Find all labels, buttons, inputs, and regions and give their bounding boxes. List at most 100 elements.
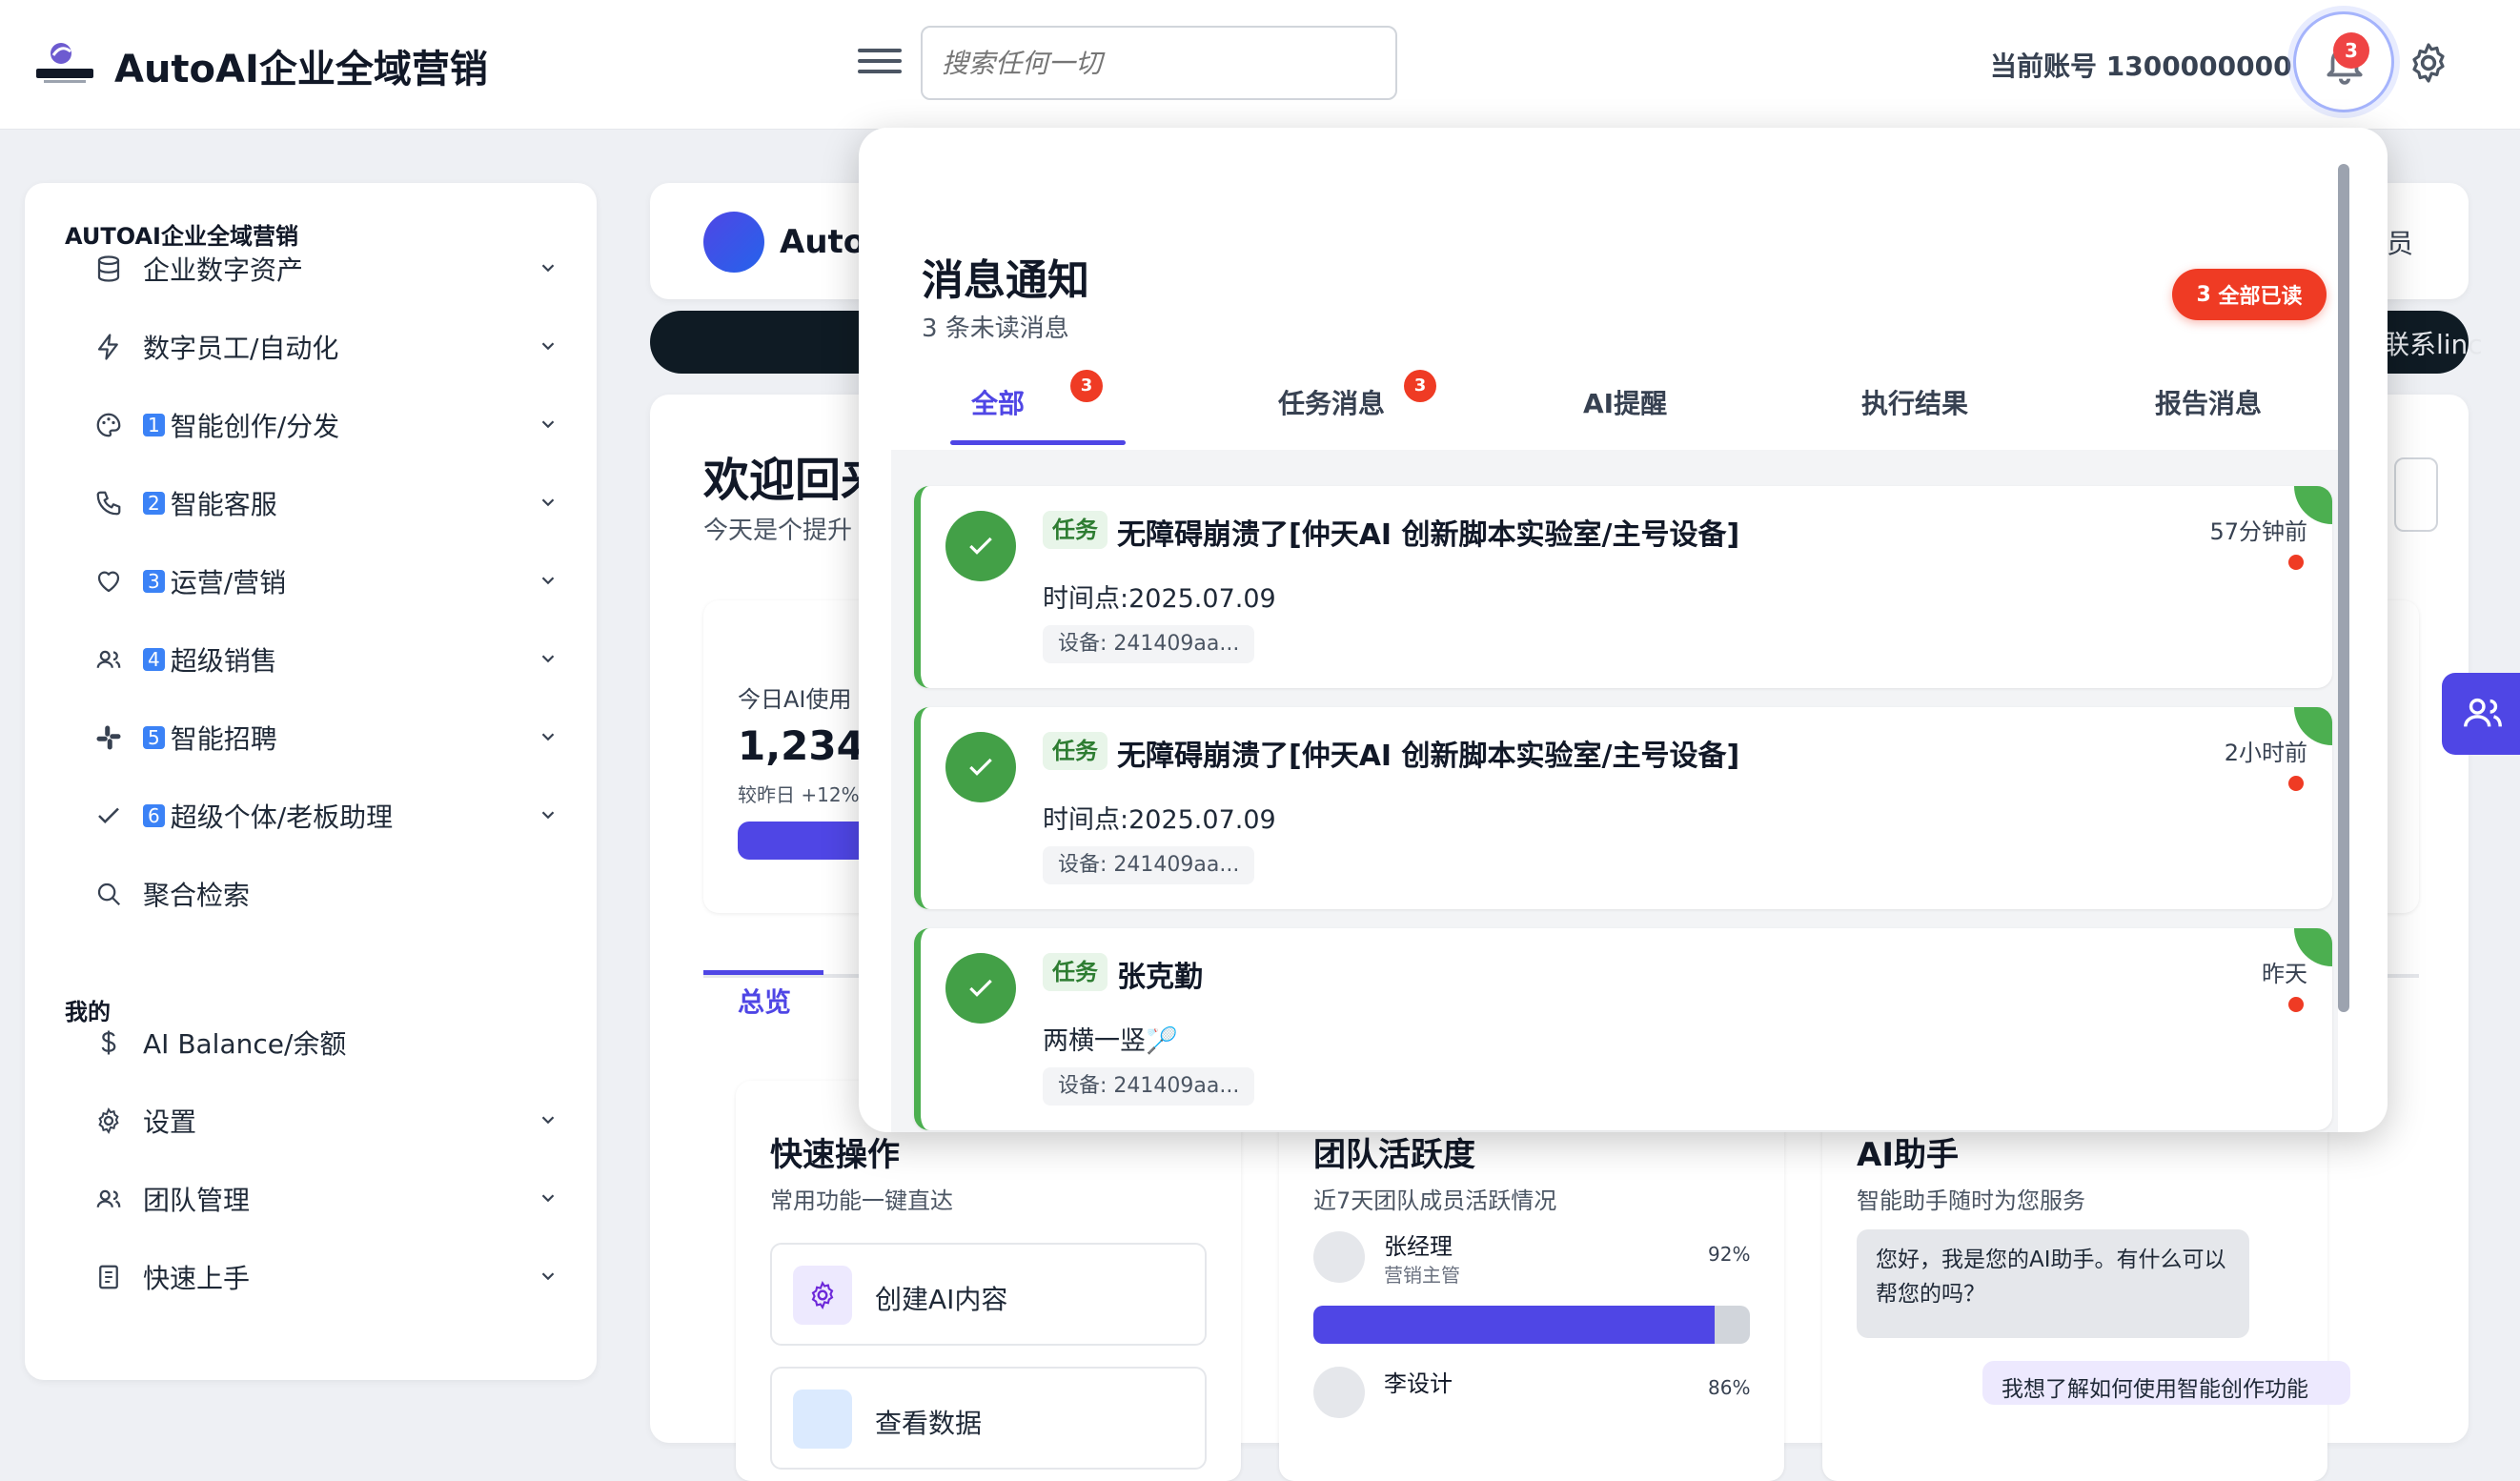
sidebar-item-boss-assistant[interactable]: 6 超级个体/老板助理 (91, 787, 559, 844)
palette-icon (91, 408, 126, 442)
number-badge: 5 (143, 726, 165, 749)
notification-item[interactable]: 任务 无障碍崩溃了[仲天AI 创新脚本实验室/主号设备] 57分钟前 时间点:2… (914, 486, 2332, 688)
sidebar-item-smart-creation[interactable]: 1 智能创作/分发 (91, 396, 559, 454)
sidebar-item-label: 聚合检索 (143, 880, 251, 911)
number-badge: 4 (143, 648, 165, 671)
sidebar-item-label: 快速上手 (143, 1263, 251, 1294)
sidebar-item-label: 智能招聘 (170, 723, 277, 755)
sidebar-item-digital-assets[interactable]: 企业数字资产 (91, 240, 559, 297)
sidebar-item-operations[interactable]: 3 运营/营销 (91, 553, 559, 610)
notification-title: 无障碍崩溃了[仲天AI 创新脚本实验室/主号设备] (1117, 740, 1740, 773)
notification-time: 2小时前 (2224, 740, 2307, 766)
quick-actions-subtitle: 常用功能一键直达 (770, 1187, 953, 1214)
member-role: 营销主管 (1384, 1264, 1460, 1287)
active-tab-indicator (703, 970, 823, 975)
notification-item[interactable]: 任务 张克勤 昨天 两横一竖🏸 设备: 241409aa... (914, 928, 2332, 1130)
chevron-down-icon (541, 577, 555, 585)
view-data-label: 查看数据 (875, 1408, 983, 1439)
announcement-partial-text: 联系linc (2383, 329, 2483, 360)
sidebar-item-label: 设置 (143, 1106, 197, 1138)
sidebar-item-super-sales[interactable]: 4 超级销售 (91, 631, 559, 688)
sidebar-item-settings[interactable]: 设置 (91, 1092, 559, 1149)
users-icon (91, 642, 126, 677)
member-activity-percent: 86% (1708, 1376, 1751, 1399)
customer-service-float-button[interactable] (2442, 673, 2520, 755)
users-icon (2464, 698, 2502, 727)
sidebar-item-label: 超级个体/老板助理 (170, 801, 394, 833)
notification-time: 昨天 (2262, 961, 2307, 987)
gear-icon (793, 1266, 852, 1325)
database-icon (91, 252, 126, 286)
notification-device: 设备: 241409aa... (1043, 625, 1255, 663)
user-chat-bubble: 我想了解如何使用智能创作功能 (1982, 1361, 2350, 1405)
unread-dot (2288, 776, 2304, 791)
number-badge: 2 (143, 492, 165, 515)
chevron-down-icon (541, 264, 555, 273)
member-activity-bar (1313, 1306, 1750, 1344)
tab-badge: 3 (1070, 370, 1103, 402)
member-activity-percent: 92% (1708, 1243, 1751, 1266)
header-partial-text: 员 (2387, 228, 2414, 259)
notification-title: 张克勤 (1117, 961, 1203, 994)
notification-device: 设备: 241409aa... (1043, 1067, 1255, 1106)
check-circle-icon (945, 511, 1016, 581)
notification-body: 时间点:2025.07.09 (1043, 805, 1276, 835)
notification-panel-title: 消息通知 (922, 256, 1089, 305)
heart-icon (91, 564, 126, 598)
check-circle-icon (945, 953, 1016, 1024)
brand-avatar (703, 212, 764, 273)
unread-dot (2288, 997, 2304, 1012)
sidebar-item-balance[interactable]: AI Balance/余额 (91, 1014, 559, 1071)
sidebar-item-label: 超级销售 (170, 645, 277, 677)
notification-device: 设备: 241409aa... (1043, 846, 1255, 884)
header-action-button[interactable] (2394, 457, 2438, 532)
sidebar-item-team[interactable]: 团队管理 (91, 1170, 559, 1227)
notification-item[interactable]: 任务 无障碍崩溃了[仲天AI 创新脚本实验室/主号设备] 2小时前 时间点:20… (914, 707, 2332, 909)
sidebar-item-smart-service[interactable]: 2 智能客服 (91, 475, 559, 532)
stat-value: 1,234 (738, 722, 864, 769)
global-search-input[interactable] (921, 26, 1397, 100)
search-icon (91, 877, 126, 911)
sidebar-item-label: 智能客服 (170, 489, 277, 520)
ai-assistant-title: AI助手 (1857, 1136, 1959, 1174)
unread-count-text: 3 条未读消息 (922, 314, 1069, 343)
menu-toggle-button[interactable] (858, 42, 902, 80)
phone-icon (91, 486, 126, 520)
quick-actions-card: 快速操作 常用功能一键直达 创建AI内容 查看数据 (736, 1081, 1241, 1481)
gear-icon (2412, 43, 2445, 83)
sidebar-item-digital-workers[interactable]: 数字员工/自动化 (91, 318, 559, 375)
sidebar-item-smart-recruit[interactable]: 5 智能招聘 (91, 709, 559, 766)
notification-tag: 任务 (1043, 953, 1108, 991)
sidebar-item-quick-start[interactable]: 快速上手 (91, 1248, 559, 1306)
create-ai-content-button[interactable]: 创建AI内容 (770, 1243, 1207, 1346)
chevron-down-icon (541, 1272, 555, 1281)
view-data-button[interactable]: 查看数据 (770, 1367, 1207, 1470)
tab-ai-reminders[interactable]: AI提醒 (1583, 383, 1667, 421)
settings-gear-button[interactable] (2406, 40, 2451, 86)
notification-tag: 任务 (1043, 511, 1108, 549)
sidebar-item-label: 数字员工/自动化 (143, 333, 339, 364)
sidebar-item-label: 运营/营销 (170, 567, 287, 598)
tab-execution-results[interactable]: 执行结果 (1861, 383, 1968, 421)
team-activity-subtitle: 近7天团队成员活跃情况 (1313, 1187, 1557, 1214)
tab-task-messages[interactable]: 任务消息 (1278, 383, 1385, 421)
chevron-down-icon (541, 1194, 555, 1203)
chevron-down-icon (541, 498, 555, 507)
active-tab-underline (950, 440, 1126, 445)
current-account: 当前账号 13000000000 (1990, 51, 2293, 82)
users-icon (91, 1182, 126, 1216)
notification-panel: 消息通知 3 条未读消息 3 全部已读 全部 3 任务消息 3 AI提醒 执行结… (859, 128, 2388, 1132)
lightning-icon (91, 330, 126, 364)
notification-scrollbar[interactable] (2338, 164, 2349, 1012)
create-ai-content-label: 创建AI内容 (875, 1284, 1008, 1315)
chevron-down-icon (541, 733, 555, 741)
tab-report-messages[interactable]: 报告消息 (2155, 383, 2262, 421)
tab-overview[interactable]: 总览 (738, 982, 791, 1020)
notification-count-badge: 3 (2333, 32, 2369, 69)
gear-icon (91, 1104, 126, 1138)
mark-all-read-button[interactable]: 3 全部已读 (2172, 269, 2327, 320)
tab-all[interactable]: 全部 (971, 383, 1025, 421)
sidebar-item-aggregate-search[interactable]: 聚合检索 (91, 865, 559, 923)
chart-icon (793, 1390, 852, 1449)
app-logo (34, 40, 95, 86)
